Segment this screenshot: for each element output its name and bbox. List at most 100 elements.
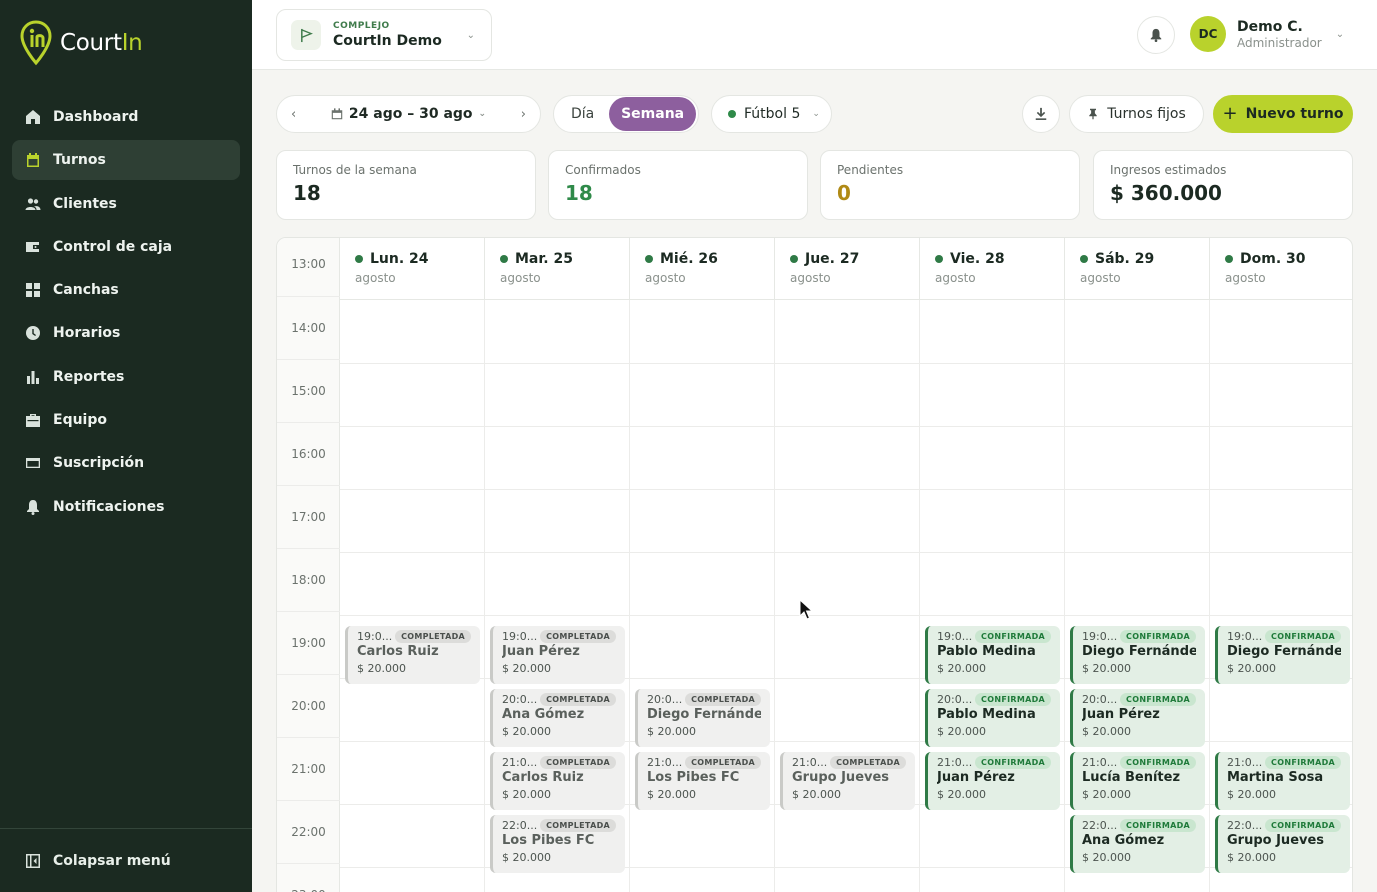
booking-card[interactable]: 21:0... COMPLETADA Carlos Ruiz $ 20.000: [490, 752, 625, 810]
fixed-turns-button[interactable]: Turnos fijos: [1069, 95, 1204, 133]
collapse-menu-label: Colapsar menú: [53, 852, 171, 869]
booking-card[interactable]: 20:0... CONFIRMADA Pablo Medina $ 20.000: [925, 689, 1060, 747]
chevron-down-icon: ⌄: [466, 30, 475, 41]
booking-top-row: 21:0... CONFIRMADA: [1227, 756, 1341, 769]
day-header[interactable]: Vie. 28 agosto: [920, 238, 1065, 300]
booking-time: 22:0...: [1227, 819, 1263, 832]
booking-card[interactable]: 21:0... CONFIRMADA Martina Sosa $ 20.000: [1215, 752, 1350, 810]
day-header[interactable]: Sáb. 29 agosto: [1065, 238, 1210, 300]
sidebar-item-turnos[interactable]: Turnos: [12, 140, 240, 181]
logo-pin-icon: [20, 20, 52, 66]
booking-price: $ 20.000: [502, 662, 551, 675]
bell-icon: [25, 499, 41, 515]
booking-top-row: 20:0... CONFIRMADA: [1082, 693, 1196, 706]
sidebar-item-suscripcion[interactable]: Suscripción: [12, 443, 240, 483]
booking-client: Juan Pérez: [1082, 707, 1160, 722]
sidebar-item-clientes[interactable]: Clientes: [12, 184, 240, 224]
topbar: COMPLEJO CourtIn Demo ⌄ DC Demo C. Admin…: [252, 0, 1377, 70]
time-label: 16:00: [291, 447, 326, 461]
booking-card[interactable]: 20:0... COMPLETADA Ana Gómez $ 20.000: [490, 689, 625, 747]
download-button[interactable]: [1022, 95, 1060, 133]
sport-filter[interactable]: Fútbol 5 ⌄: [711, 95, 832, 133]
status-badge: COMPLETADA: [685, 693, 761, 706]
sidebar-item-label: Equipo: [53, 412, 107, 429]
sport-label: Fútbol 5: [744, 106, 801, 122]
booking-client: Juan Pérez: [502, 644, 580, 659]
day-header[interactable]: Mar. 25 agosto: [485, 238, 630, 300]
booking-time: 20:0...: [937, 693, 973, 706]
booking-card[interactable]: 22:0... CONFIRMADA Grupo Jueves $ 20.000: [1215, 815, 1350, 873]
booking-card[interactable]: 19:0... CONFIRMADA Diego Fernández $ 20.000: [1215, 626, 1350, 684]
view-week-button[interactable]: Semana: [609, 97, 696, 131]
time-label: 15:00: [291, 384, 326, 398]
day-header[interactable]: Lun. 24 agosto: [340, 238, 485, 300]
notifications-button[interactable]: [1137, 16, 1175, 54]
booking-card[interactable]: 21:0... CONFIRMADA Lucía Benítez $ 20.000: [1070, 752, 1205, 810]
time-label: 22:00: [291, 825, 326, 839]
sidebar-nav: Dashboard Turnos Clientes Control de caj…: [12, 97, 240, 530]
new-turn-button[interactable]: + Nuevo turno: [1213, 95, 1353, 133]
collapse-menu-button[interactable]: Colapsar menú: [0, 828, 252, 892]
stat-value: $ 360.000: [1110, 181, 1222, 205]
booking-card[interactable]: 22:0... CONFIRMADA Ana Gómez $ 20.000: [1070, 815, 1205, 873]
booking-card[interactable]: 20:0... CONFIRMADA Juan Pérez $ 20.000: [1070, 689, 1205, 747]
day-header[interactable]: Dom. 30 agosto: [1210, 238, 1352, 300]
time-label: 18:00: [291, 573, 326, 587]
stat-value: 18: [565, 181, 593, 205]
bell-icon: [1150, 28, 1162, 42]
briefcase-icon: [25, 412, 41, 428]
booking-top-row: 21:0... CONFIRMADA: [1082, 756, 1196, 769]
booking-price: $ 20.000: [937, 662, 986, 675]
collapse-icon: [26, 853, 40, 868]
sidebar-item-label: Clientes: [53, 195, 117, 212]
stat-label: Ingresos estimados: [1110, 163, 1227, 177]
hour-divider: [340, 615, 1352, 616]
date-navigator: ‹ 24 ago – 30 ago ⌄ ›: [276, 95, 541, 133]
sidebar-item-label: Reportes: [53, 368, 125, 385]
view-day-button[interactable]: Día: [556, 97, 609, 131]
booking-time: 20:0...: [502, 693, 538, 706]
booking-price: $ 20.000: [1082, 725, 1131, 738]
day-header[interactable]: Mié. 26 agosto: [630, 238, 775, 300]
flag-icon: [291, 20, 321, 50]
booking-card[interactable]: 19:0... COMPLETADA Juan Pérez $ 20.000: [490, 626, 625, 684]
complex-selector[interactable]: COMPLEJO CourtIn Demo ⌄: [276, 9, 492, 61]
day-title: Lun. 24: [355, 251, 469, 267]
booking-top-row: 21:0... COMPLETADA: [792, 756, 906, 769]
sidebar-item-horarios[interactable]: Horarios: [12, 313, 240, 353]
chevron-down-icon: ⌄: [1335, 28, 1345, 40]
booking-card[interactable]: 21:0... COMPLETADA Grupo Jueves $ 20.000: [780, 752, 915, 810]
next-week-button[interactable]: ›: [521, 107, 526, 122]
booking-card[interactable]: 20:0... COMPLETADA Diego Fernández $ 20.000: [635, 689, 770, 747]
day-status-dot: [355, 255, 363, 263]
day-label: Vie. 28: [950, 251, 1005, 267]
day-month: agosto: [645, 271, 686, 285]
booking-card[interactable]: 21:0... CONFIRMADA Juan Pérez $ 20.000: [925, 752, 1060, 810]
booking-price: $ 20.000: [1082, 662, 1131, 675]
booking-time: 20:0...: [1082, 693, 1118, 706]
sidebar-item-equipo[interactable]: Equipo: [12, 400, 240, 440]
date-range-picker[interactable]: 24 ago – 30 ago ⌄: [331, 106, 486, 122]
booking-card[interactable]: 19:0... COMPLETADA Carlos Ruiz $ 20.000: [345, 626, 480, 684]
sidebar-item-control-de-caja[interactable]: Control de caja: [12, 227, 240, 267]
sidebar-item-dashboard[interactable]: Dashboard: [12, 97, 240, 137]
sidebar-item-reportes[interactable]: Reportes: [12, 357, 240, 397]
booking-top-row: 22:0... COMPLETADA: [502, 819, 616, 832]
day-title: Dom. 30: [1225, 251, 1339, 267]
booking-card[interactable]: 22:0... COMPLETADA Los Pibes FC $ 20.000: [490, 815, 625, 873]
booking-card[interactable]: 21:0... COMPLETADA Los Pibes FC $ 20.000: [635, 752, 770, 810]
user-menu[interactable]: DC Demo C. Administrador ⌄: [1190, 16, 1344, 52]
calendar-icon: [25, 152, 41, 168]
booking-time: 19:0...: [502, 630, 538, 643]
sidebar-item-canchas[interactable]: Canchas: [12, 270, 240, 310]
booking-client: Juan Pérez: [937, 770, 1015, 785]
sidebar-item-notificaciones[interactable]: Notificaciones: [12, 487, 240, 527]
day-label: Mar. 25: [515, 251, 573, 267]
logo[interactable]: CourtIn: [20, 20, 143, 66]
booking-time: 21:0...: [502, 756, 538, 769]
day-header[interactable]: Jue. 27 agosto: [775, 238, 920, 300]
status-badge: CONFIRMADA: [975, 756, 1051, 769]
booking-card[interactable]: 19:0... CONFIRMADA Pablo Medina $ 20.000: [925, 626, 1060, 684]
booking-card[interactable]: 19:0... CONFIRMADA Diego Fernández $ 20.000: [1070, 626, 1205, 684]
prev-week-button[interactable]: ‹: [291, 107, 296, 122]
